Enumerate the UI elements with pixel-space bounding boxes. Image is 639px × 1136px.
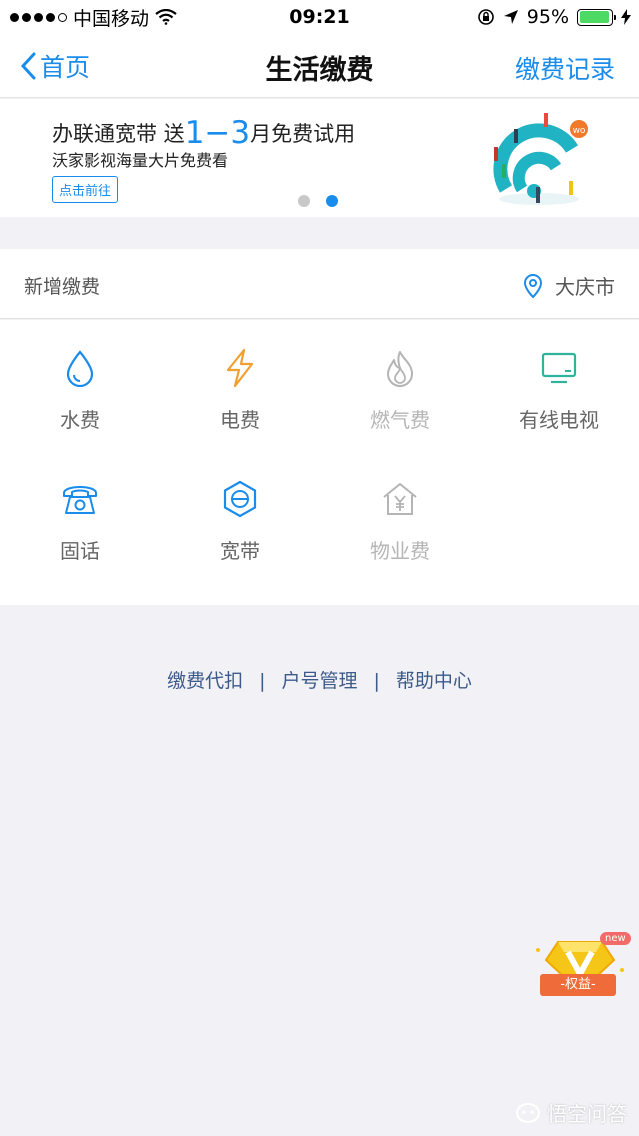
city-name: 大庆市: [555, 275, 615, 299]
footer-separator: |: [259, 670, 266, 692]
service-property[interactable]: 物业费: [320, 451, 480, 581]
banner-headline-post: 月免费试用: [250, 122, 356, 146]
service-label: 燃气费: [370, 408, 430, 432]
water-drop-icon: [66, 350, 94, 388]
wukong-logo-icon: [516, 1102, 540, 1123]
payment-history-button[interactable]: 缴费记录: [515, 50, 615, 86]
watermark-text: 悟空问答: [547, 1102, 627, 1126]
service-label: 电费: [220, 408, 260, 432]
carousel-dot-active[interactable]: [326, 195, 338, 207]
service-label: 水费: [60, 408, 100, 432]
watermark: 悟空问答: [515, 1098, 627, 1127]
telephone-icon: [63, 486, 97, 514]
service-water[interactable]: 水费: [0, 320, 160, 450]
help-center-link[interactable]: 帮助中心: [396, 670, 472, 692]
charging-icon: [621, 9, 631, 25]
account-manage-link[interactable]: 户号管理: [281, 670, 357, 692]
banner-headline-big: 1−3: [184, 115, 251, 151]
location-pin-icon: [523, 273, 543, 298]
footer-links: 缴费代扣 | 户号管理 | 帮助中心: [0, 666, 639, 693]
house-yen-icon: [383, 483, 417, 515]
service-broadband[interactable]: 宽带: [160, 451, 320, 581]
service-grid: 水费 电费 燃气费 有线电视 固话 宽带 物业费: [0, 320, 639, 605]
service-label: 宽带: [220, 539, 260, 563]
tv-icon: [541, 352, 577, 384]
broadband-icon: [223, 480, 257, 518]
service-label: 固话: [60, 539, 100, 563]
nav-bar: 首页 生活缴费 缴费记录: [0, 34, 639, 98]
lightning-icon: [226, 348, 254, 388]
new-tag: new: [600, 932, 631, 945]
rights-label: -权益-: [540, 974, 616, 996]
rights-badge[interactable]: new -权益-: [530, 930, 631, 1010]
new-payment-header: 新增缴费 大庆市: [0, 249, 639, 319]
service-electricity[interactable]: 电费: [160, 320, 320, 450]
auto-debit-link[interactable]: 缴费代扣: [167, 670, 243, 692]
carousel-indicator: [298, 195, 338, 207]
city-selector[interactable]: 大庆市: [523, 271, 615, 300]
footer-separator: |: [373, 670, 380, 692]
service-landline[interactable]: 固话: [0, 451, 160, 581]
service-gas[interactable]: 燃气费: [320, 320, 480, 450]
banner-headline: 办联通宽带 送1−3月免费试用: [52, 115, 355, 151]
service-label: 有线电视: [519, 408, 599, 432]
battery-icon: [577, 8, 616, 26]
promo-banner[interactable]: 办联通宽带 送1−3月免费试用 沃家影视海量大片免费看 点击前往 wo: [0, 99, 639, 217]
battery-percent: 95%: [526, 6, 569, 28]
section-title: 新增缴费: [24, 276, 101, 298]
banner-headline-pre: 办联通宽带 送: [52, 122, 185, 146]
location-arrow-icon: [503, 10, 518, 24]
status-bar: 中国移动 09:21 95%: [0, 0, 639, 34]
service-cable-tv[interactable]: 有线电视: [479, 320, 639, 450]
svg-text:wo: wo: [573, 126, 586, 136]
banner-subtitle: 沃家影视海量大片免费看: [52, 151, 229, 170]
status-right: 95%: [477, 6, 631, 28]
battery-fill: [579, 11, 609, 23]
rotation-lock-icon: [477, 9, 494, 25]
banner-go-button[interactable]: 点击前往: [52, 176, 119, 203]
carousel-dot[interactable]: [298, 195, 310, 207]
flame-icon: [387, 351, 413, 387]
wifi-illustration-icon: wo: [493, 113, 588, 205]
service-label: 物业费: [370, 539, 430, 563]
